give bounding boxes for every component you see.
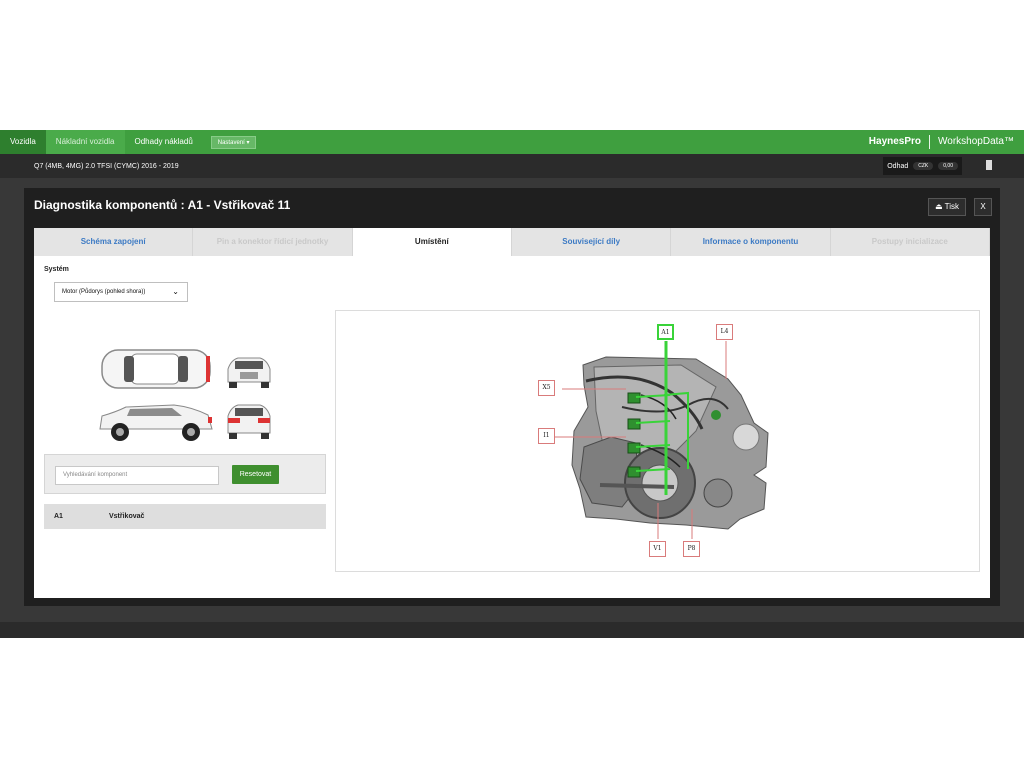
trash-icon[interactable] bbox=[986, 160, 992, 170]
tab-location[interactable]: Umístění bbox=[352, 228, 512, 256]
system-select[interactable]: Motor (Půdorys (pohled shora)) ⌄ bbox=[54, 282, 188, 302]
callout-v1[interactable]: V1 bbox=[649, 541, 666, 557]
system-select-value: Motor (Půdorys (pohled shora)) bbox=[62, 289, 146, 295]
close-button[interactable]: X bbox=[974, 198, 992, 216]
currency-badge: CZK bbox=[913, 162, 934, 170]
brand: HaynesPro WorkshopData™ bbox=[869, 130, 1014, 154]
print-button[interactable]: ⏏ Tisk bbox=[928, 198, 966, 216]
car-top-view[interactable] bbox=[96, 344, 216, 394]
engine-drawing bbox=[554, 341, 769, 539]
dialog-title: Diagnostika komponentů : A1 - Vstřikovač… bbox=[34, 198, 291, 212]
engine-location-diagram: A1 L4 X5 I1 V1 P8 bbox=[335, 310, 980, 572]
component-code: A1 bbox=[54, 513, 63, 520]
top-navigation: Vozidla Nákladní vozidla Odhady nákladů … bbox=[0, 130, 1024, 154]
brand-divider bbox=[929, 135, 931, 149]
tab-component-info[interactable]: Informace o komponentu bbox=[671, 228, 831, 256]
estimate-label: Odhad bbox=[887, 162, 909, 170]
nav-cost-estimates[interactable]: Odhady nákladů bbox=[125, 130, 203, 154]
system-label: Systém bbox=[44, 266, 69, 273]
table-row[interactable]: A1 Vstřikovač bbox=[44, 504, 326, 529]
callout-i1[interactable]: I1 bbox=[538, 428, 555, 444]
vehicle-bar: Q7 (4MB, 4MG) 2.0 TFSI (CYMC) 2016 - 201… bbox=[0, 154, 1024, 178]
settings-label: Nastavení bbox=[217, 139, 245, 146]
product-name: WorkshopData™ bbox=[938, 136, 1014, 147]
brand-logo: HaynesPro bbox=[868, 136, 922, 147]
tab-pin-connector: Pin a konektor řídicí jednotky bbox=[193, 228, 353, 256]
chevron-down-icon: ⌄ bbox=[172, 287, 179, 296]
callout-x5[interactable]: X5 bbox=[538, 380, 555, 396]
nav-vehicles[interactable]: Vozidla bbox=[0, 130, 46, 154]
nav-trucks[interactable]: Nákladní vozidla bbox=[45, 130, 125, 154]
reset-button[interactable]: Resetovat bbox=[232, 465, 279, 484]
callout-l4[interactable]: L4 bbox=[716, 324, 733, 340]
estimate-widget[interactable]: Odhad CZK 0,00 bbox=[883, 157, 962, 175]
page-footer bbox=[0, 622, 1024, 638]
dialog-panel: Schéma zapojení Pin a konektor řídicí je… bbox=[34, 228, 990, 598]
callout-a1[interactable]: A1 bbox=[657, 324, 674, 340]
print-label: Tisk bbox=[944, 202, 959, 211]
callout-p8[interactable]: P8 bbox=[683, 541, 700, 557]
component-diagnostics-dialog: Diagnostika komponentů : A1 - Vstřikovač… bbox=[24, 188, 1000, 606]
settings-dropdown[interactable]: Nastavení ▾ bbox=[210, 135, 257, 149]
car-rear-view[interactable] bbox=[223, 399, 275, 444]
tab-wiring-diagram[interactable]: Schéma zapojení bbox=[34, 228, 194, 256]
tab-initialization: Postupy inicializace bbox=[830, 228, 990, 256]
component-name: Vstřikovač bbox=[109, 513, 145, 520]
component-search-input[interactable]: Vyhledávání komponent bbox=[55, 466, 219, 485]
car-side-view[interactable] bbox=[96, 399, 216, 444]
tab-bar: Schéma zapojení Pin a konektor řídicí je… bbox=[34, 228, 990, 256]
vehicle-title: Q7 (4MB, 4MG) 2.0 TFSI (CYMC) 2016 - 201… bbox=[34, 162, 179, 170]
estimate-amount: 0,00 bbox=[938, 162, 958, 170]
search-panel: Vyhledávání komponent Resetovat bbox=[44, 454, 326, 494]
car-front-view[interactable] bbox=[223, 352, 275, 392]
tab-related-parts[interactable]: Související díly bbox=[511, 228, 672, 256]
